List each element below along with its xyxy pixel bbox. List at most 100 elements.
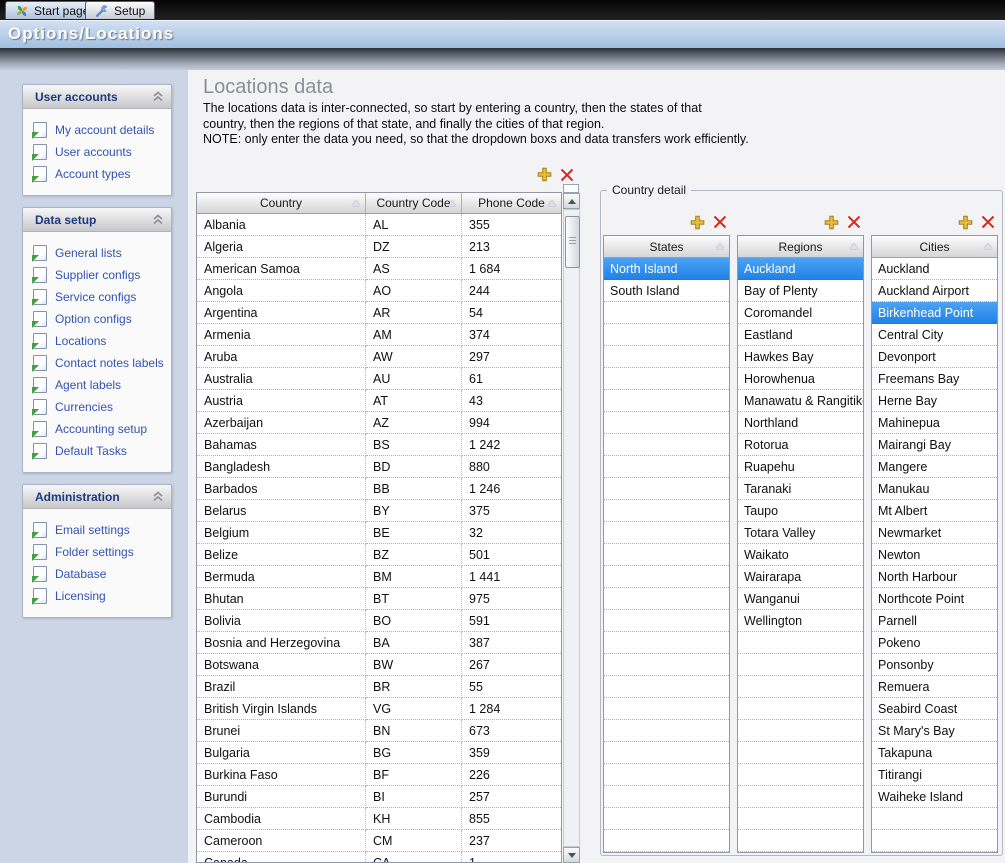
- list-item[interactable]: Titirangi: [872, 764, 997, 786]
- list-item[interactable]: Newmarket: [872, 522, 997, 544]
- list-item[interactable]: Devonport: [872, 346, 997, 368]
- add-regions-button[interactable]: [824, 215, 839, 230]
- table-row[interactable]: ArgentinaAR54: [197, 302, 561, 324]
- sidebar-item-database[interactable]: Database: [33, 563, 167, 585]
- sidebar-item-locations[interactable]: Locations: [33, 330, 167, 352]
- list-item[interactable]: Wellington: [738, 610, 863, 632]
- table-row[interactable]: BarbadosBB1 246: [197, 478, 561, 500]
- list-item[interactable]: Totara Valley: [738, 522, 863, 544]
- section-header-user-accounts[interactable]: User accounts: [23, 85, 171, 109]
- section-header-administration[interactable]: Administration: [23, 485, 171, 509]
- table-row[interactable]: BelgiumBE32: [197, 522, 561, 544]
- list-item[interactable]: Central City: [872, 324, 997, 346]
- column-header-phone-code[interactable]: Phone Code: [462, 193, 561, 214]
- table-row[interactable]: BoliviaBO591: [197, 610, 561, 632]
- table-row[interactable]: American SamoaAS1 684: [197, 258, 561, 280]
- list-item[interactable]: Eastland: [738, 324, 863, 346]
- list-item[interactable]: Herne Bay: [872, 390, 997, 412]
- list-item[interactable]: Birkenhead Point: [872, 302, 997, 324]
- list-item[interactable]: Wairarapa: [738, 566, 863, 588]
- table-row[interactable]: AustraliaAU61: [197, 368, 561, 390]
- delete-country-button[interactable]: [560, 168, 574, 182]
- list-item[interactable]: Rotorua: [738, 434, 863, 456]
- section-header-data-setup[interactable]: Data setup: [23, 208, 171, 232]
- column-header-states[interactable]: States: [604, 236, 729, 258]
- scroll-down-button[interactable]: [563, 847, 580, 863]
- sidebar-item-contact-notes-labels[interactable]: Contact notes labels: [33, 352, 167, 374]
- table-row[interactable]: Bosnia and HerzegovinaBA387: [197, 632, 561, 654]
- table-row[interactable]: CanadaCA1: [197, 852, 561, 863]
- sidebar-item-my-account-details[interactable]: My account details: [33, 119, 167, 141]
- table-row[interactable]: BurundiBI257: [197, 786, 561, 808]
- double-chevron-up-icon[interactable]: [152, 91, 164, 102]
- sidebar-item-accounting-setup[interactable]: Accounting setup: [33, 418, 167, 440]
- sidebar-item-option-configs[interactable]: Option configs: [33, 308, 167, 330]
- table-row[interactable]: BermudaBM1 441: [197, 566, 561, 588]
- list-item[interactable]: Mahinepua: [872, 412, 997, 434]
- table-row[interactable]: BruneiBN673: [197, 720, 561, 742]
- table-row[interactable]: AngolaAO244: [197, 280, 561, 302]
- table-row[interactable]: British Virgin IslandsVG1 284: [197, 698, 561, 720]
- table-row[interactable]: Burkina FasoBF226: [197, 764, 561, 786]
- list-item[interactable]: Bay of Plenty: [738, 280, 863, 302]
- delete-states-button[interactable]: [713, 215, 727, 229]
- list-item[interactable]: South Island: [604, 280, 729, 302]
- sidebar-item-email-settings[interactable]: Email settings: [33, 519, 167, 541]
- column-header-cities[interactable]: Cities: [872, 236, 997, 258]
- sidebar-item-account-types[interactable]: Account types: [33, 163, 167, 185]
- list-item[interactable]: Northland: [738, 412, 863, 434]
- sidebar-item-default-tasks[interactable]: Default Tasks: [33, 440, 167, 462]
- list-item[interactable]: Taranaki: [738, 478, 863, 500]
- list-item[interactable]: Hawkes Bay: [738, 346, 863, 368]
- sidebar-item-licensing[interactable]: Licensing: [33, 585, 167, 607]
- table-row[interactable]: BangladeshBD880: [197, 456, 561, 478]
- add-country-button[interactable]: [537, 167, 552, 182]
- sidebar-item-folder-settings[interactable]: Folder settings: [33, 541, 167, 563]
- scroll-up-button[interactable]: [563, 193, 580, 209]
- sidebar-item-currencies[interactable]: Currencies: [33, 396, 167, 418]
- table-row[interactable]: BrazilBR55: [197, 676, 561, 698]
- list-item[interactable]: North Island: [604, 258, 729, 280]
- add-states-button[interactable]: [690, 215, 705, 230]
- table-row[interactable]: CambodiaKH855: [197, 808, 561, 830]
- list-item[interactable]: Auckland: [738, 258, 863, 280]
- list-item[interactable]: Newton: [872, 544, 997, 566]
- scrollbar-thumb[interactable]: [565, 216, 580, 268]
- table-row[interactable]: BelizeBZ501: [197, 544, 561, 566]
- column-header-regions[interactable]: Regions: [738, 236, 863, 258]
- list-item[interactable]: Takapuna: [872, 742, 997, 764]
- list-item[interactable]: Auckland: [872, 258, 997, 280]
- double-chevron-up-icon[interactable]: [152, 214, 164, 225]
- table-row[interactable]: BulgariaBG359: [197, 742, 561, 764]
- table-row[interactable]: ArmeniaAM374: [197, 324, 561, 346]
- list-item[interactable]: Parnell: [872, 610, 997, 632]
- list-item[interactable]: Auckland Airport: [872, 280, 997, 302]
- tab-setup[interactable]: Setup: [85, 1, 155, 19]
- table-row[interactable]: AlgeriaDZ213: [197, 236, 561, 258]
- list-item[interactable]: St Mary's Bay: [872, 720, 997, 742]
- sidebar-item-user-accounts[interactable]: User accounts: [33, 141, 167, 163]
- sidebar-item-service-configs[interactable]: Service configs: [33, 286, 167, 308]
- list-item[interactable]: Coromandel: [738, 302, 863, 324]
- column-header-country-code[interactable]: Country Code: [366, 193, 462, 214]
- list-item[interactable]: Wanganui: [738, 588, 863, 610]
- double-chevron-up-icon[interactable]: [152, 491, 164, 502]
- list-item[interactable]: Pokeno: [872, 632, 997, 654]
- list-item[interactable]: Ruapehu: [738, 456, 863, 478]
- table-row[interactable]: AustriaAT43: [197, 390, 561, 412]
- list-item[interactable]: Seabird Coast: [872, 698, 997, 720]
- list-item[interactable]: Manawatu & Rangitikei: [738, 390, 863, 412]
- table-row[interactable]: BahamasBS1 242: [197, 434, 561, 456]
- table-row[interactable]: AzerbaijanAZ994: [197, 412, 561, 434]
- list-item[interactable]: Taupo: [738, 500, 863, 522]
- list-item[interactable]: Mangere: [872, 456, 997, 478]
- list-item[interactable]: Northcote Point: [872, 588, 997, 610]
- list-item[interactable]: Mairangi Bay: [872, 434, 997, 456]
- list-item[interactable]: Waikato: [738, 544, 863, 566]
- table-row[interactable]: CameroonCM237: [197, 830, 561, 852]
- list-item[interactable]: Mt Albert: [872, 500, 997, 522]
- list-item[interactable]: North Harbour: [872, 566, 997, 588]
- list-item[interactable]: Ponsonby: [872, 654, 997, 676]
- list-item[interactable]: Waiheke Island: [872, 786, 997, 808]
- table-row[interactable]: BelarusBY375: [197, 500, 561, 522]
